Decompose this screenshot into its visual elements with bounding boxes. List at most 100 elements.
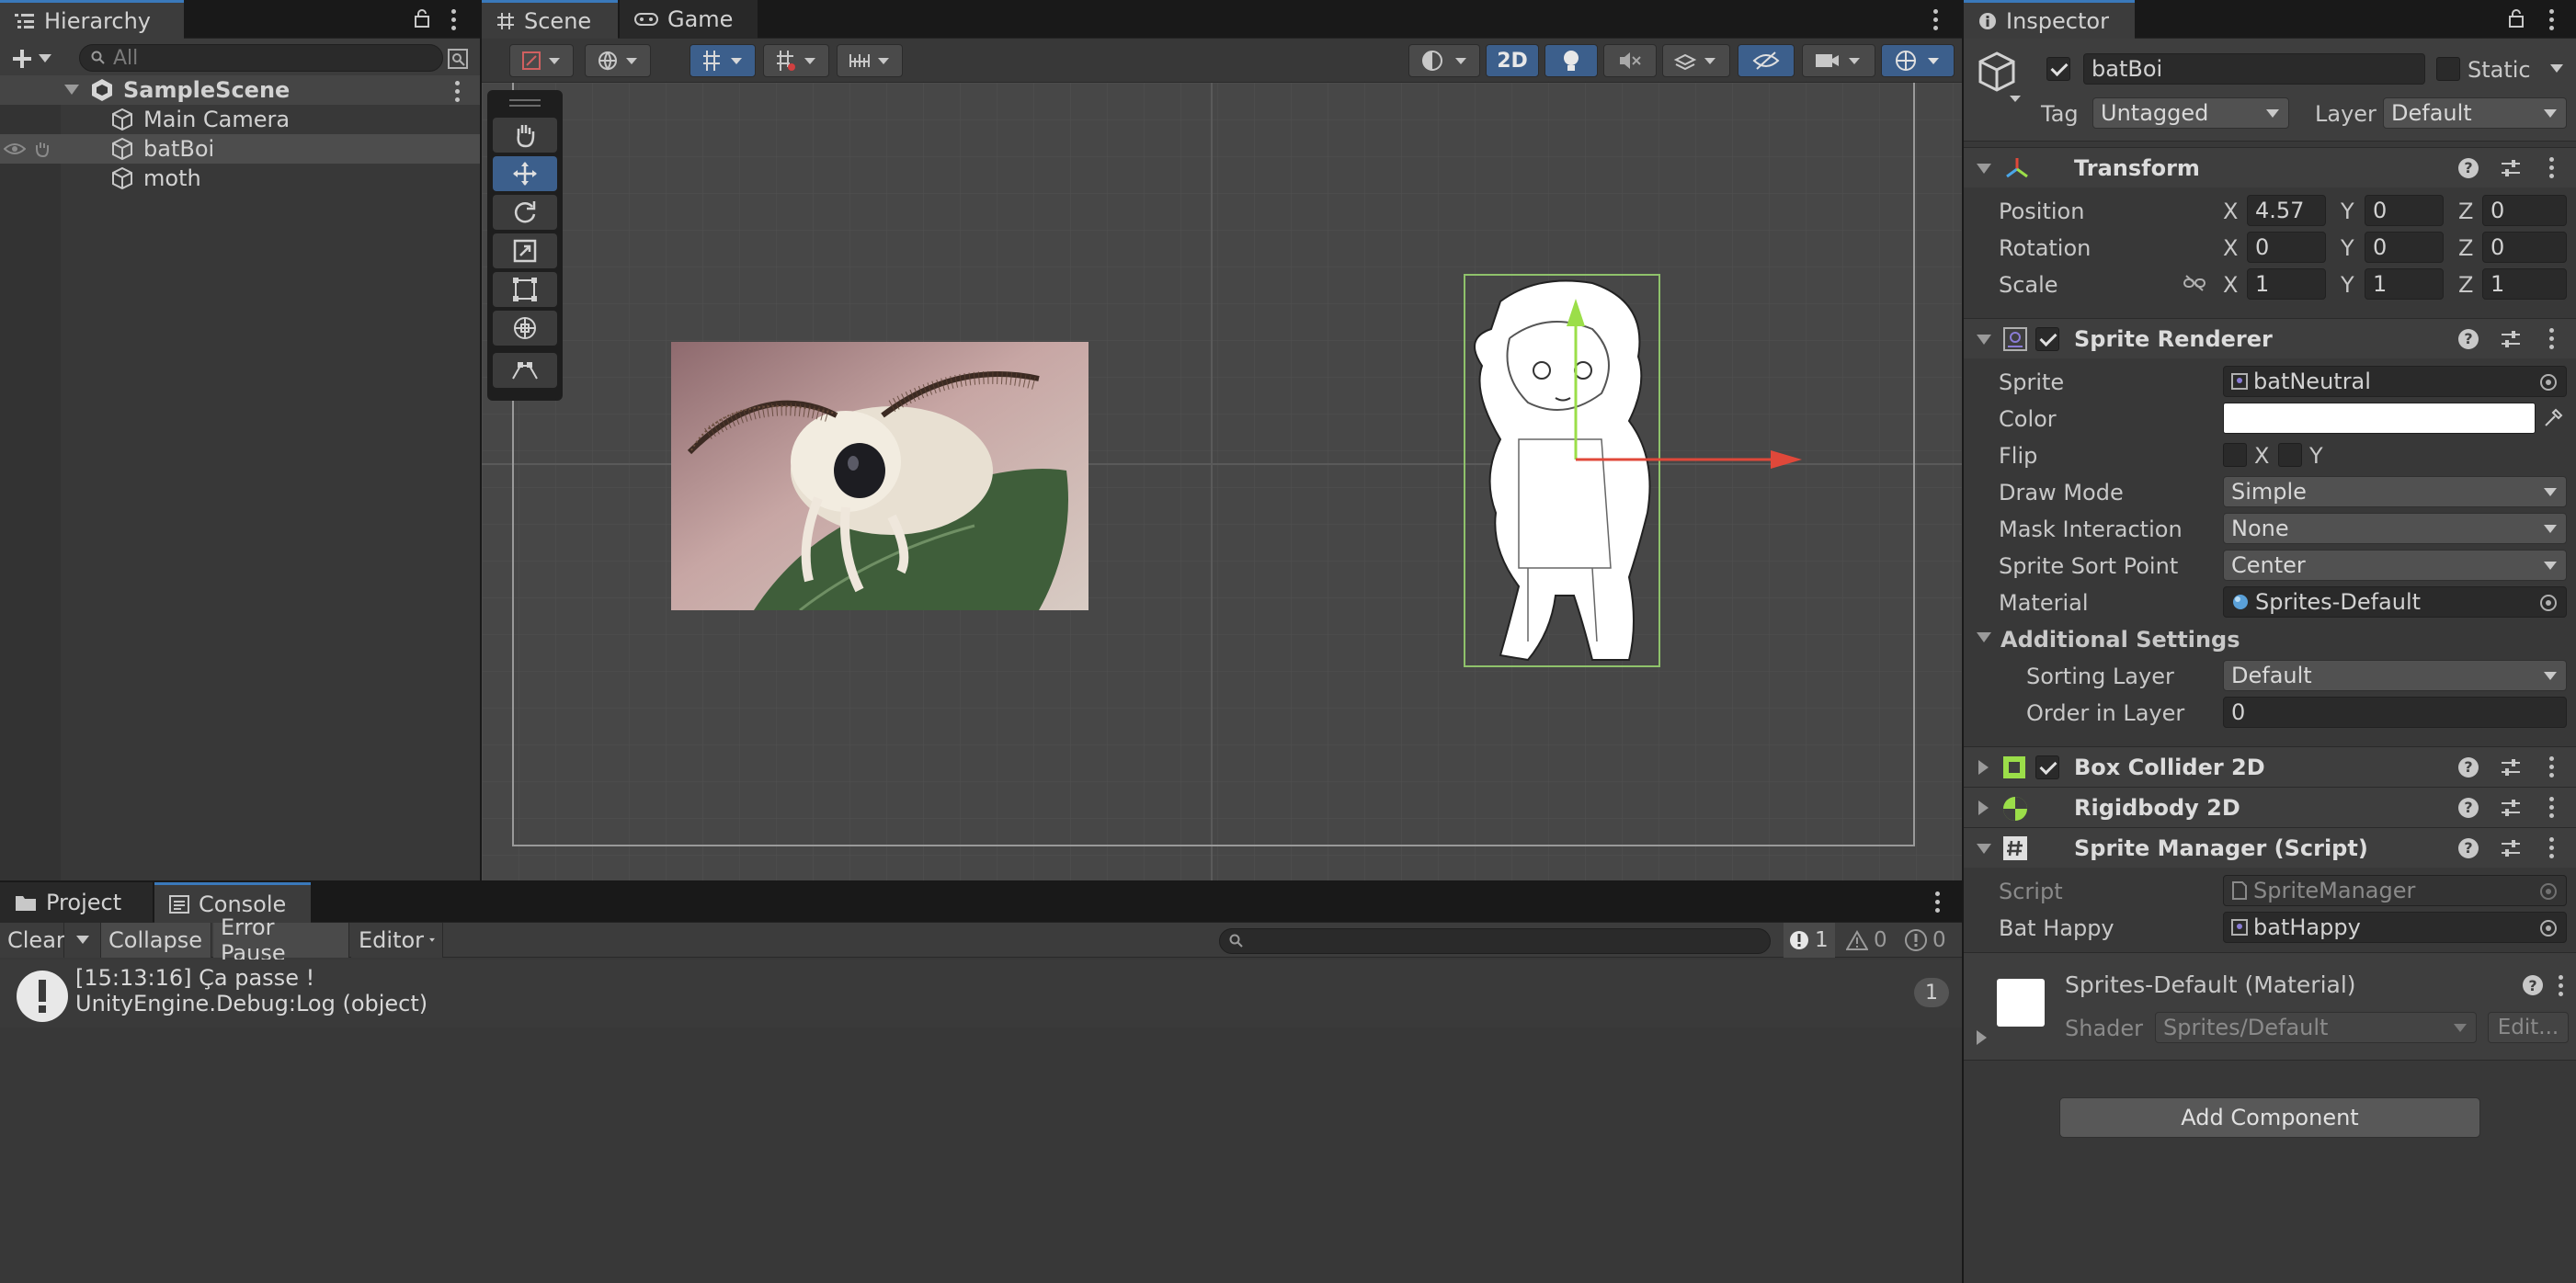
layer-dropdown[interactable]: Default	[2383, 97, 2567, 129]
visibility-eye-icon[interactable]	[4, 142, 26, 156]
collapse-triangle-icon[interactable]	[1978, 800, 1989, 815]
sprite-manager-header[interactable]: Sprite Manager (Script) ?	[1964, 827, 2576, 868]
pickable-hand-icon[interactable]	[33, 140, 51, 158]
tab-inspector[interactable]: Inspector	[1964, 0, 2135, 39]
mask-interaction-dropdown[interactable]: None	[2223, 513, 2567, 544]
move-tool-button[interactable]	[493, 156, 557, 191]
expand-triangle-icon[interactable]	[1977, 335, 1991, 345]
scale-x-field[interactable]: 1	[2247, 268, 2326, 300]
incremental-snap-button[interactable]	[763, 44, 829, 77]
sort-point-dropdown[interactable]: Center	[2223, 550, 2567, 581]
box-collider-header[interactable]: Box Collider 2D ?	[1964, 746, 2576, 787]
tab-project[interactable]: Project	[0, 882, 153, 923]
effects-button[interactable]	[1662, 44, 1730, 77]
draw-mode-button[interactable]	[509, 44, 574, 77]
component-menu-icon[interactable]	[2543, 833, 2559, 864]
scale-z-field[interactable]: 1	[2482, 268, 2567, 300]
rotation-x-field[interactable]: 0	[2247, 232, 2326, 263]
collapse-button[interactable]: Collapse	[101, 923, 211, 958]
component-menu-icon[interactable]	[2543, 752, 2559, 783]
rect-tool-button[interactable]	[493, 272, 557, 307]
console-log-entry[interactable]: [15:13:16] Ça passe ! UnityEngine.Debug:…	[0, 959, 1962, 1028]
shading-mode-button[interactable]	[1408, 44, 1480, 77]
editor-target-dropdown[interactable]: Editor	[351, 923, 443, 958]
bat-happy-object-field[interactable]: batHappy	[2223, 912, 2567, 943]
camera-button[interactable]	[1802, 44, 1875, 77]
flip-y-checkbox[interactable]	[2278, 443, 2302, 467]
expand-triangle-icon[interactable]	[1977, 844, 1991, 854]
rotate-tool-button[interactable]	[493, 195, 557, 230]
box-collider-enabled-checkbox[interactable]	[2035, 755, 2059, 779]
scale-y-field[interactable]: 1	[2365, 268, 2444, 300]
panel-divider-vertical-right[interactable]	[1962, 0, 1964, 1283]
transform-tool-button[interactable]	[493, 311, 557, 346]
scene-row[interactable]: SampleScene	[0, 75, 480, 105]
transform-header[interactable]: Transform ?	[1964, 147, 2576, 187]
tab-game[interactable]: Game	[620, 0, 758, 39]
object-picker-icon[interactable]	[2540, 920, 2557, 937]
preset-sliders-icon[interactable]	[2501, 839, 2521, 857]
position-y-field[interactable]: 0	[2365, 195, 2444, 226]
draw-mode-dropdown[interactable]: Simple	[2223, 476, 2567, 507]
toggle-2d-button[interactable]: 2D	[1486, 44, 1539, 77]
object-picker-icon[interactable]	[2540, 374, 2557, 391]
position-x-field[interactable]: 4.57	[2247, 195, 2326, 226]
tab-hierarchy[interactable]: Hierarchy	[0, 0, 184, 39]
hand-tool-button[interactable]	[493, 118, 557, 153]
moth-sprite[interactable]	[671, 342, 1089, 610]
custom-tool-button[interactable]	[493, 353, 557, 388]
info-count-toggle[interactable]: 1	[1784, 923, 1835, 958]
additional-settings-toggle-icon[interactable]	[1977, 632, 1991, 642]
search-by-type-icon[interactable]	[447, 48, 469, 70]
preset-sliders-icon[interactable]	[2501, 330, 2521, 348]
lock-icon[interactable]	[2508, 9, 2525, 28]
position-z-field[interactable]: 0	[2482, 195, 2567, 226]
component-menu-icon[interactable]	[2543, 792, 2559, 823]
ruler-button[interactable]	[837, 44, 903, 77]
help-icon[interactable]: ?	[2458, 328, 2479, 349]
rotation-z-field[interactable]: 0	[2482, 232, 2567, 263]
preset-sliders-icon[interactable]	[2501, 159, 2521, 177]
lock-icon[interactable]	[414, 9, 430, 28]
gameobject-large-cube-icon[interactable]	[1977, 51, 2023, 103]
grid-snapping-button[interactable]	[690, 44, 756, 77]
sorting-layer-dropdown[interactable]: Default	[2223, 660, 2567, 691]
console-search-field[interactable]	[1219, 928, 1771, 954]
preset-sliders-icon[interactable]	[2501, 758, 2521, 777]
help-icon[interactable]: ?	[2458, 756, 2479, 778]
material-object-field[interactable]: Sprites-Default	[2223, 586, 2567, 618]
rotation-y-field[interactable]: 0	[2365, 232, 2444, 263]
color-swatch[interactable]	[2223, 403, 2536, 434]
flip-x-checkbox[interactable]	[2223, 443, 2247, 467]
chevron-down-icon[interactable]	[2550, 64, 2563, 74]
active-checkbox[interactable]	[2046, 57, 2070, 81]
panel-divider-horizontal[interactable]	[0, 880, 1962, 882]
console-menu-icon[interactable]	[1929, 886, 1945, 917]
collapse-triangle-icon[interactable]	[1977, 1030, 1987, 1045]
shader-edit-button[interactable]: Edit...	[2488, 1012, 2569, 1043]
object-name-field[interactable]: batBoi	[2083, 53, 2425, 85]
hierarchy-menu-icon[interactable]	[445, 4, 462, 35]
scene-menu-icon[interactable]	[1927, 4, 1943, 35]
eyedropper-icon[interactable]	[2543, 408, 2563, 428]
help-icon[interactable]: ?	[2458, 157, 2479, 178]
error-pause-button[interactable]: Error Pause	[213, 914, 349, 966]
sprite-renderer-enabled-checkbox[interactable]	[2035, 327, 2059, 351]
move-gizmo[interactable]	[1556, 294, 1804, 478]
tag-dropdown[interactable]: Untagged	[2092, 97, 2289, 129]
order-in-layer-field[interactable]: 0	[2223, 697, 2567, 728]
gizmos-button[interactable]	[1881, 44, 1955, 77]
expand-triangle-icon[interactable]	[1977, 164, 1991, 174]
clear-button[interactable]: Clear	[0, 923, 65, 958]
collapse-triangle-icon[interactable]	[1978, 760, 1989, 775]
scene-viewport[interactable]	[482, 83, 1962, 880]
hierarchy-search-field[interactable]: All	[79, 44, 443, 72]
error-count-toggle[interactable]: 0	[1899, 923, 1958, 958]
tab-scene[interactable]: Scene	[482, 0, 618, 39]
object-picker-icon[interactable]	[2540, 595, 2557, 611]
scale-tool-button[interactable]	[493, 233, 557, 268]
help-icon[interactable]: ?	[2458, 837, 2479, 858]
hierarchy-item-main-camera[interactable]: Main Camera	[0, 105, 480, 134]
static-checkbox[interactable]	[2436, 57, 2460, 81]
scene-visibility-button[interactable]	[1738, 44, 1795, 77]
